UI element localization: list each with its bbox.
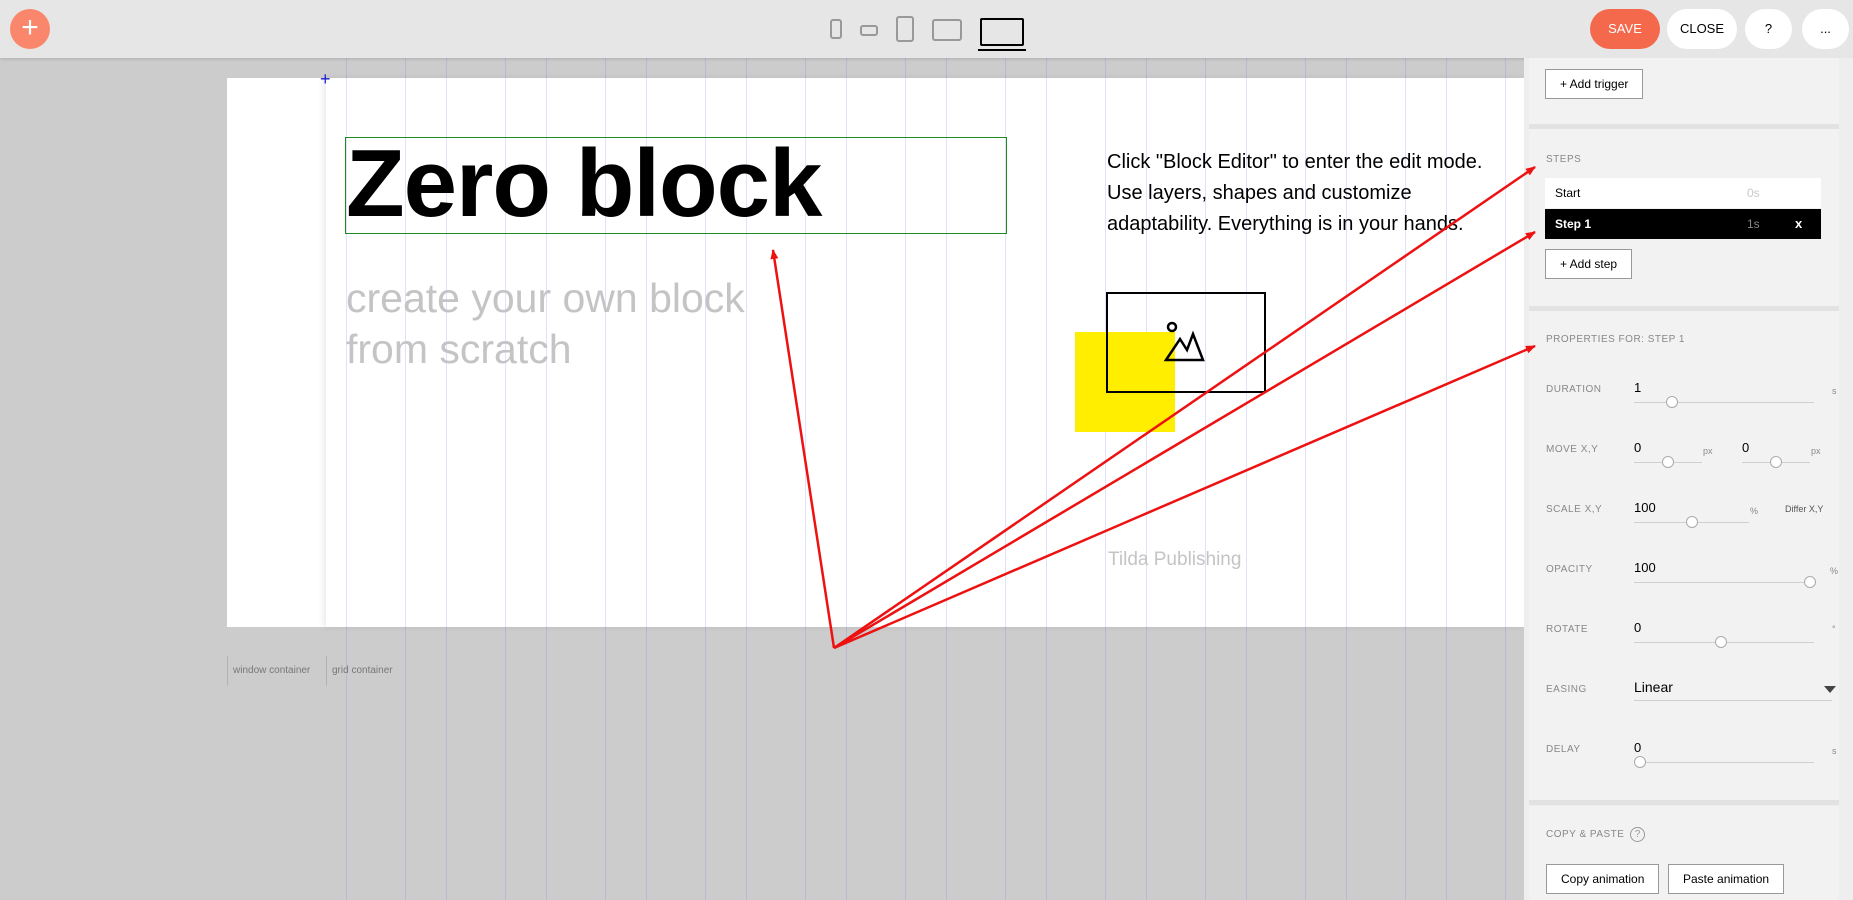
opacity-label: OPACITY: [1546, 564, 1593, 575]
slider-knob[interactable]: [1634, 756, 1646, 768]
slider-knob[interactable]: [1666, 396, 1678, 408]
crosshair-icon[interactable]: +: [320, 70, 331, 88]
move-label: MOVE X,Y: [1546, 444, 1599, 455]
chevron-down-icon[interactable]: [1824, 686, 1836, 693]
more-button[interactable]: ...: [1802, 9, 1849, 49]
move-x-slider[interactable]: [1634, 456, 1702, 468]
duration-input[interactable]: 1: [1634, 380, 1641, 395]
delete-step-icon[interactable]: x: [1795, 209, 1802, 239]
slider-knob[interactable]: [1715, 636, 1727, 648]
delay-input[interactable]: 0: [1634, 740, 1641, 755]
desktop-icon[interactable]: [978, 18, 1026, 51]
add-element-button[interactable]: +: [10, 9, 50, 49]
move-x-input[interactable]: 0: [1634, 440, 1641, 455]
move-x-unit: px: [1703, 446, 1713, 456]
steps-title: STEPS: [1546, 154, 1582, 165]
tablet-landscape-icon[interactable]: [932, 19, 962, 41]
duration-label: DURATION: [1546, 384, 1602, 395]
trigger-section: + Add trigger: [1529, 58, 1839, 124]
help-button[interactable]: ?: [1745, 9, 1792, 49]
zero-block-title[interactable]: Zero block: [345, 137, 1007, 234]
copy-animation-button[interactable]: Copy animation: [1546, 864, 1660, 894]
duration-slider[interactable]: [1634, 396, 1814, 408]
delay-label: DELAY: [1546, 744, 1581, 755]
delay-unit: s: [1832, 746, 1837, 756]
step-time: 0s: [1747, 186, 1760, 200]
rotate-slider[interactable]: [1634, 636, 1814, 648]
help-icon[interactable]: ?: [1630, 827, 1645, 842]
scale-slider[interactable]: [1634, 516, 1749, 528]
copy-paste-title: COPY & PASTE: [1546, 829, 1625, 840]
duration-unit: s: [1832, 386, 1837, 396]
window-container-label[interactable]: window container: [227, 656, 310, 686]
differ-xy-toggle[interactable]: Differ X,Y: [1785, 504, 1823, 514]
tablet-portrait-icon[interactable]: [896, 16, 914, 42]
block-description[interactable]: Click "Block Editor" to enter the edit m…: [1107, 147, 1507, 240]
tilda-publishing-text[interactable]: Tilda Publishing: [1108, 549, 1241, 571]
easing-underline: [1634, 700, 1832, 701]
rotate-unit: °: [1832, 624, 1836, 634]
grid-container-label[interactable]: grid container: [326, 656, 393, 686]
slider-knob[interactable]: [1662, 456, 1674, 468]
opacity-input[interactable]: 100: [1634, 560, 1656, 575]
image-icon: [1163, 321, 1205, 362]
scale-label: SCALE X,Y: [1546, 504, 1603, 515]
step-name: Start: [1555, 186, 1581, 200]
move-y-input[interactable]: 0: [1742, 440, 1749, 455]
opacity-unit: %: [1830, 566, 1839, 576]
paste-animation-button[interactable]: Paste animation: [1668, 864, 1785, 894]
easing-label: EASING: [1546, 684, 1587, 695]
slider-knob[interactable]: [1686, 516, 1698, 528]
top-toolbar: + SAVE CLOSE ? ...: [0, 0, 1853, 58]
plus-icon: +: [21, 11, 39, 44]
device-switcher: [830, 12, 1026, 51]
easing-select[interactable]: Linear: [1634, 679, 1673, 695]
phone-landscape-icon[interactable]: [860, 25, 878, 36]
zero-block-subtitle[interactable]: create your own block from scratch: [346, 273, 766, 375]
scale-unit: %: [1750, 506, 1759, 516]
animation-panel: + Add trigger STEPS Start 0s Step 1 1s x…: [1524, 58, 1853, 900]
slider-knob[interactable]: [1804, 576, 1816, 588]
divider: [1529, 800, 1839, 805]
move-y-slider[interactable]: [1742, 456, 1810, 468]
add-trigger-button[interactable]: + Add trigger: [1545, 69, 1644, 99]
image-placeholder[interactable]: [1106, 292, 1266, 393]
phone-portrait-icon[interactable]: [830, 19, 842, 39]
move-y-unit: px: [1811, 446, 1821, 456]
step-name: Step 1: [1555, 217, 1592, 231]
step-start[interactable]: Start 0s: [1545, 178, 1821, 208]
rotate-label: ROTATE: [1546, 624, 1589, 635]
save-button[interactable]: SAVE: [1590, 9, 1660, 49]
properties-title: PROPERTIES FOR: STEP 1: [1546, 334, 1685, 345]
scale-input[interactable]: 100: [1634, 500, 1656, 515]
step-1[interactable]: Step 1 1s x: [1545, 209, 1821, 239]
delay-slider[interactable]: [1634, 756, 1814, 768]
close-button[interactable]: CLOSE: [1667, 9, 1737, 49]
opacity-slider[interactable]: [1634, 576, 1816, 588]
slider-knob[interactable]: [1770, 456, 1782, 468]
step-time: 1s: [1747, 217, 1760, 231]
add-step-button[interactable]: + Add step: [1545, 249, 1633, 279]
rotate-input[interactable]: 0: [1634, 620, 1641, 635]
